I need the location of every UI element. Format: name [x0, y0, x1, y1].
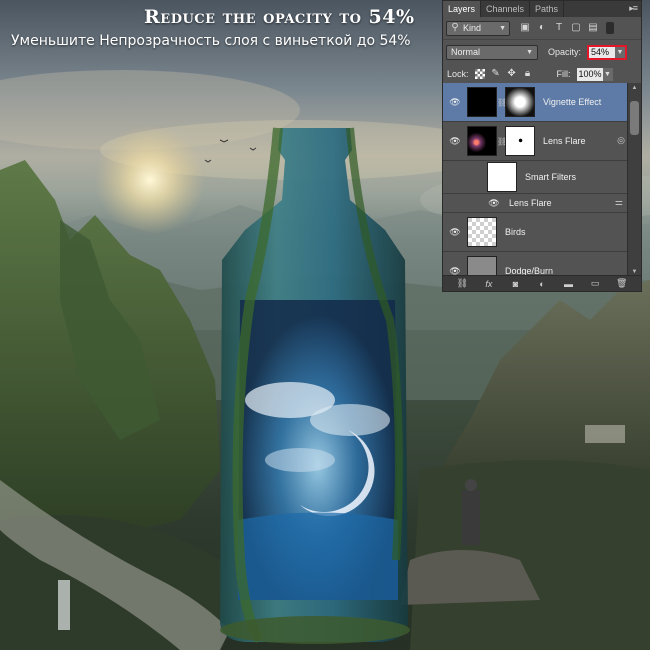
layer-name[interactable]: Lens Flare [509, 198, 552, 208]
lock-label: Lock: [447, 69, 469, 79]
layer-list: 👁︎ ⛓︎ Vignette Effect 👁︎ ⛓︎ Lens Flare ◎… [443, 83, 629, 277]
search-icon: ⚲ [451, 22, 459, 33]
visibility-eye-icon[interactable]: 👁︎ [443, 136, 467, 147]
layer-name[interactable]: Birds [505, 227, 526, 237]
layer-row-dodge-burn[interactable]: 👁︎ Dodge/Burn [443, 252, 629, 277]
filter-row: ⚲ Kind ▼ ▣ ◐ T ▢ ▤ [443, 17, 641, 40]
lock-position-icon[interactable]: ✥ [507, 69, 517, 79]
scroll-up-arrow-icon[interactable]: ▲ [628, 83, 641, 93]
layers-scrollbar[interactable]: ▲ ▼ [627, 83, 641, 277]
new-layer-icon[interactable]: ▭ [589, 278, 601, 289]
type-filter-icon[interactable]: T [554, 23, 564, 33]
new-adjustment-icon[interactable]: ◐ [536, 279, 548, 289]
link-layers-icon[interactable]: ⛓︎ [456, 278, 468, 289]
visibility-eye-icon[interactable]: 👁︎ [443, 97, 467, 108]
panel-menu-icon[interactable]: ▸≡ [629, 3, 638, 14]
filter-icons: ▣ ◐ T ▢ ▤ [520, 23, 598, 33]
tutorial-heading-russian: Уменьшите Непрозрачность слоя с виньетко… [11, 33, 411, 49]
layer-row-lens-flare-filter[interactable]: 👁︎ Lens Flare ⚌ [443, 194, 629, 213]
adjustment-filter-icon[interactable]: ◐ [537, 23, 547, 33]
smart-object-filter-icon[interactable]: ▤ [588, 23, 598, 33]
delete-layer-icon[interactable]: 🗑︎ [616, 278, 628, 289]
lock-transparent-icon[interactable] [474, 69, 485, 79]
visibility-eye-icon[interactable]: 👁︎ [443, 227, 467, 238]
add-style-icon[interactable]: fx [483, 279, 495, 289]
mask-link-icon[interactable]: ⛓︎ [497, 98, 507, 107]
tab-layers[interactable]: Layers [443, 1, 482, 17]
tutorial-heading-english: Reduce the opacity to 54% [144, 6, 415, 28]
blend-mode-value: Normal [451, 47, 481, 57]
layers-panel: Layers Channels Paths ▸≡ ⚲ Kind ▼ ▣ ◐ T … [442, 0, 642, 292]
layer-mask-thumbnail[interactable] [505, 87, 535, 117]
new-group-icon[interactable]: ▬ [563, 279, 575, 289]
bottle-artwork [220, 127, 410, 644]
fill-dropdown-button[interactable]: ▼ [602, 67, 613, 81]
blend-mode-select[interactable]: Normal ▼ [446, 44, 538, 60]
filter-toggle[interactable] [606, 22, 614, 34]
tab-paths[interactable]: Paths [530, 1, 565, 17]
filter-mask-thumbnail[interactable] [487, 162, 517, 192]
visibility-eye-icon[interactable]: 👁︎ [487, 198, 501, 209]
layer-thumbnail [467, 87, 497, 117]
layer-row-vignette-effect[interactable]: 👁︎ ⛓︎ Vignette Effect [443, 83, 629, 122]
layer-row-birds[interactable]: 👁︎ Birds [443, 213, 629, 252]
layer-mask-thumbnail[interactable] [505, 126, 535, 156]
layer-row-smart-filters[interactable]: Smart Filters [443, 161, 629, 194]
layer-row-lens-flare[interactable]: 👁︎ ⛓︎ Lens Flare ◎ [443, 122, 629, 161]
fill-input[interactable]: 100% [576, 67, 603, 81]
pixel-filter-icon[interactable]: ▣ [520, 23, 530, 33]
lock-row: Lock: ✎ ✥ 🔒︎ Fill: 100% ▼ [443, 64, 641, 85]
layer-thumbnail [467, 217, 497, 247]
chevron-down-icon: ▼ [526, 48, 533, 56]
layer-name[interactable]: Lens Flare [543, 136, 586, 146]
layer-name[interactable]: Smart Filters [525, 172, 576, 182]
panel-tabs: Layers Channels Paths ▸≡ [443, 1, 641, 17]
smart-object-badge-icon: ◎ [617, 135, 625, 145]
fill-label: Fill: [556, 69, 571, 79]
opacity-highlight: 54% ▼ [587, 44, 628, 60]
lock-image-icon[interactable]: ✎ [491, 69, 501, 79]
layer-thumbnail [467, 256, 497, 277]
blend-row: Normal ▼ Opacity: 54% ▼ [443, 40, 641, 64]
chevron-down-icon: ▼ [499, 24, 506, 32]
opacity-label: Opacity: [548, 47, 582, 57]
layers-bottom-toolbar: ⛓︎ fx ◙ ◐ ▬ ▭ 🗑︎ [443, 275, 641, 291]
layer-name[interactable]: Vignette Effect [543, 97, 601, 107]
filter-options-icon[interactable]: ⚌ [615, 197, 623, 208]
add-mask-icon[interactable]: ◙ [509, 279, 521, 289]
filter-kind-value: Kind [463, 23, 482, 33]
layer-thumbnail [467, 126, 497, 156]
scroll-thumb[interactable] [630, 101, 639, 135]
shape-filter-icon[interactable]: ▢ [571, 23, 581, 33]
lock-all-icon[interactable]: 🔒︎ [523, 69, 533, 79]
mask-link-icon[interactable]: ⛓︎ [497, 137, 507, 146]
opacity-dropdown-button[interactable]: ▼ [615, 46, 626, 58]
tab-channels[interactable]: Channels [481, 1, 531, 17]
opacity-input[interactable]: 54% [589, 46, 616, 58]
filter-kind-select[interactable]: ⚲ Kind ▼ [446, 20, 510, 36]
